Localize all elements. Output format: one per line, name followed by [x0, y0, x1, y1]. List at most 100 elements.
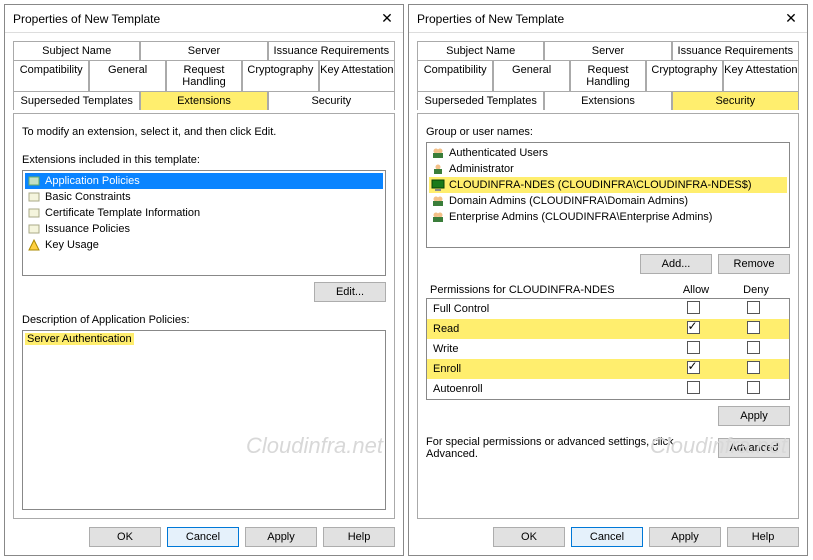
dialog-buttons: OK Cancel Apply Help [409, 519, 807, 555]
allow-checkbox[interactable] [687, 341, 700, 354]
apply-button[interactable]: Apply [245, 527, 317, 547]
list-item[interactable]: Certificate Template Information [25, 205, 383, 221]
advanced-text: For special permissions or advanced sett… [426, 436, 708, 460]
dialog-extensions: Properties of New Template ✕ Subject Nam… [4, 4, 404, 556]
deny-checkbox[interactable] [747, 381, 760, 394]
advanced-row: For special permissions or advanced sett… [426, 436, 790, 460]
tab-superseded-templates[interactable]: Superseded Templates [417, 91, 544, 110]
list-item-label: Administrator [449, 163, 514, 175]
close-icon[interactable]: ✕ [783, 11, 799, 27]
permissions-header: Permissions for CLOUDINFRA-NDES Allow De… [426, 282, 790, 298]
tab-security[interactable]: Security [672, 91, 799, 110]
allow-checkbox[interactable] [687, 321, 700, 334]
allow-checkbox[interactable] [687, 361, 700, 374]
ok-button[interactable]: OK [493, 527, 565, 547]
remove-button[interactable]: Remove [718, 254, 790, 274]
permissions-list: Full Control Read Write Enroll [426, 298, 790, 400]
tab-cryptography[interactable]: Cryptography [646, 60, 722, 91]
tab-cryptography[interactable]: Cryptography [242, 60, 318, 91]
list-item-label: Domain Admins (CLOUDINFRA\Domain Admins) [449, 195, 688, 207]
description-box: Server Authentication [22, 330, 386, 510]
tab-request-handling[interactable]: Request Handling [570, 60, 646, 91]
list-item-label: Enterprise Admins (CLOUDINFRA\Enterprise… [449, 211, 712, 223]
tab-extensions[interactable]: Extensions [140, 91, 267, 110]
tab-server[interactable]: Server [140, 41, 267, 60]
dialog-title: Properties of New Template [417, 12, 783, 26]
tabstrip: Subject Name Server Issuance Requirement… [417, 41, 799, 110]
list-item[interactable]: Administrator [429, 161, 787, 177]
users-icon [431, 194, 445, 208]
dialog-security: Properties of New Template ✕ Subject Nam… [408, 4, 808, 556]
list-label: Extensions included in this template: [22, 154, 386, 166]
tab-compatibility[interactable]: Compatibility [417, 60, 493, 91]
deny-checkbox[interactable] [747, 301, 760, 314]
permissions-for-label: Permissions for CLOUDINFRA-NDES [430, 284, 666, 296]
deny-checkbox[interactable] [747, 321, 760, 334]
perm-row: Read [427, 319, 789, 339]
list-item-label: CLOUDINFRA-NDES (CLOUDINFRA\CLOUDINFRA-N… [449, 179, 752, 191]
apply-button[interactable]: Apply [649, 527, 721, 547]
perm-name: Write [433, 343, 663, 355]
advanced-button[interactable]: Advanced [718, 438, 790, 458]
deny-checkbox[interactable] [747, 341, 760, 354]
tab-key-attestation[interactable]: Key Attestation [723, 60, 799, 91]
extensions-list[interactable]: Application Policies Basic Constraints C… [22, 170, 386, 276]
tabstrip: Subject Name Server Issuance Requirement… [13, 41, 395, 110]
description-label: Description of Application Policies: [22, 314, 386, 326]
list-item-label: Issuance Policies [45, 223, 130, 235]
tab-compatibility[interactable]: Compatibility [13, 60, 89, 91]
tab-issuance-requirements[interactable]: Issuance Requirements [268, 41, 395, 60]
perm-row: Write [427, 339, 789, 359]
list-item[interactable]: Application Policies [25, 173, 383, 189]
help-button[interactable]: Help [323, 527, 395, 547]
allow-checkbox[interactable] [687, 301, 700, 314]
list-item-label: Basic Constraints [45, 191, 131, 203]
description-text: Server Authentication [25, 333, 134, 345]
deny-header: Deny [726, 284, 786, 296]
allow-checkbox[interactable] [687, 381, 700, 394]
list-item[interactable]: Authenticated Users [429, 145, 787, 161]
close-icon[interactable]: ✕ [379, 11, 395, 27]
list-item[interactable]: CLOUDINFRA-NDES (CLOUDINFRA\CLOUDINFRA-N… [429, 177, 787, 193]
tab-general[interactable]: General [493, 60, 569, 91]
list-item[interactable]: Domain Admins (CLOUDINFRA\Domain Admins) [429, 193, 787, 209]
list-item[interactable]: Basic Constraints [25, 189, 383, 205]
tab-superseded-templates[interactable]: Superseded Templates [13, 91, 140, 110]
tab-general[interactable]: General [89, 60, 165, 91]
allow-header: Allow [666, 284, 726, 296]
cert-icon [27, 190, 41, 204]
perm-name: Autoenroll [433, 383, 663, 395]
tab-issuance-requirements[interactable]: Issuance Requirements [672, 41, 799, 60]
dialog-buttons: OK Cancel Apply Help [5, 519, 403, 555]
cancel-button[interactable]: Cancel [167, 527, 239, 547]
tab-subject-name[interactable]: Subject Name [417, 41, 544, 60]
list-item-label: Authenticated Users [449, 147, 548, 159]
tab-key-attestation[interactable]: Key Attestation [319, 60, 395, 91]
edit-button[interactable]: Edit... [314, 282, 386, 302]
deny-checkbox[interactable] [747, 361, 760, 374]
list-item[interactable]: Issuance Policies [25, 221, 383, 237]
groups-list[interactable]: Authenticated Users Administrator CLOUDI… [426, 142, 790, 248]
help-button[interactable]: Help [727, 527, 799, 547]
tab-security[interactable]: Security [268, 91, 395, 110]
group-label: Group or user names: [426, 126, 790, 138]
list-item[interactable]: Enterprise Admins (CLOUDINFRA\Enterprise… [429, 209, 787, 225]
tabpanel-security: Group or user names: Authenticated Users… [417, 113, 799, 519]
add-button[interactable]: Add... [640, 254, 712, 274]
tab-server[interactable]: Server [544, 41, 671, 60]
cert-icon [27, 222, 41, 236]
list-item-label: Application Policies [45, 175, 140, 187]
ok-button[interactable]: OK [89, 527, 161, 547]
cancel-button[interactable]: Cancel [571, 527, 643, 547]
perm-name: Enroll [433, 363, 663, 375]
cert-icon [27, 206, 41, 220]
tab-extensions[interactable]: Extensions [544, 91, 671, 110]
titlebar: Properties of New Template ✕ [409, 5, 807, 33]
apply-perm-button[interactable]: Apply [718, 406, 790, 426]
intro-text: To modify an extension, select it, and t… [22, 126, 386, 138]
tab-subject-name[interactable]: Subject Name [13, 41, 140, 60]
list-item-label: Certificate Template Information [45, 207, 200, 219]
tab-request-handling[interactable]: Request Handling [166, 60, 242, 91]
list-item[interactable]: Key Usage [25, 237, 383, 253]
perm-row: Autoenroll [427, 379, 789, 399]
